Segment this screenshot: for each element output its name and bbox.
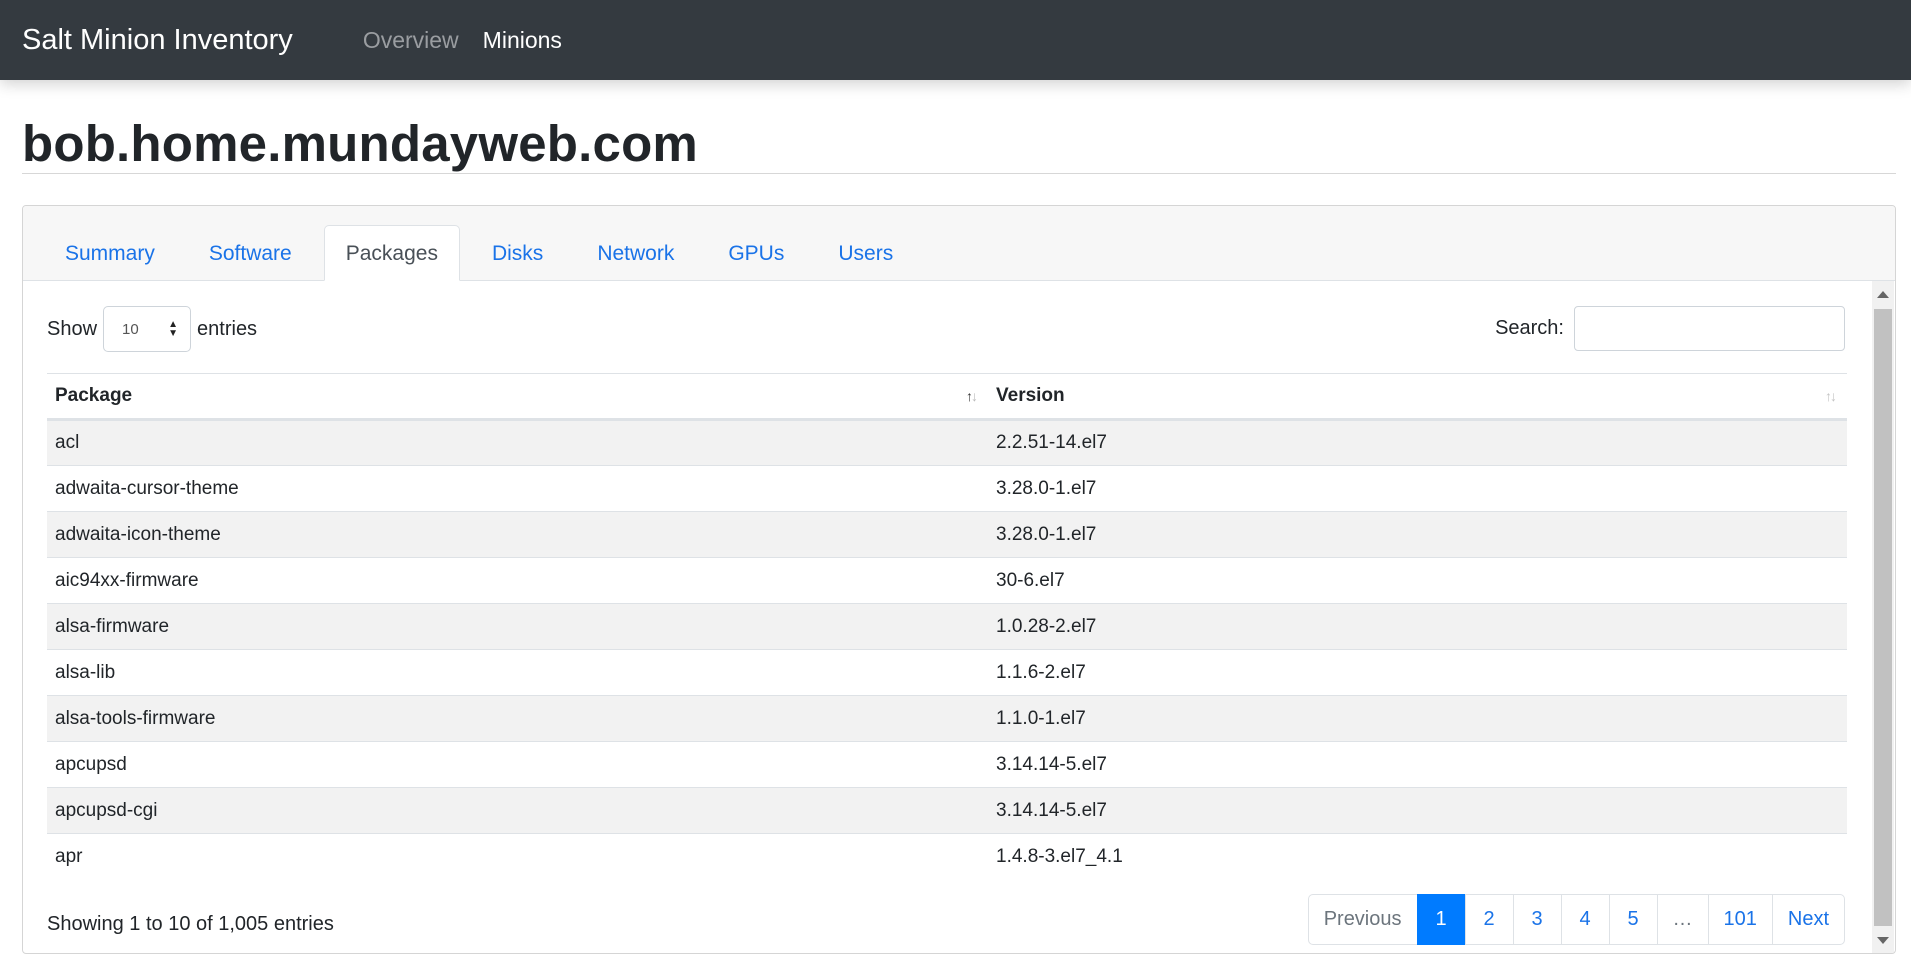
previous-button[interactable]: Previous — [1307, 894, 1418, 945]
vertical-scrollbar[interactable] — [1872, 281, 1894, 953]
search-input[interactable] — [1574, 306, 1845, 351]
sort-both-icon: ↑↓ — [1825, 388, 1837, 404]
package-cell: adwaita-icon-theme — [47, 511, 988, 558]
tab-users[interactable]: Users — [816, 225, 915, 280]
search-control: Search: — [1495, 306, 1845, 351]
table-row: alsa-firmware 1.0.28-2.el7 — [47, 603, 1847, 650]
table-row: apcupsd-cgi 3.14.14-5.el7 — [47, 787, 1847, 834]
package-cell: alsa-lib — [47, 649, 988, 696]
column-header-package[interactable]: Package ↑↓ — [47, 373, 988, 421]
version-cell: 2.2.51-14.el7 — [988, 419, 1847, 466]
column-header-label: Version — [996, 385, 1065, 406]
column-header-label: Package — [55, 385, 133, 406]
tab-summary[interactable]: Summary — [43, 225, 177, 280]
next-button[interactable]: Next — [1771, 894, 1845, 945]
tab-bar: Summary Software Packages Disks Network … — [43, 225, 925, 281]
scroll-thumb[interactable] — [1874, 309, 1892, 926]
page-size-select[interactable]: 10 ▲ ▼ — [103, 306, 192, 352]
table-header-row: Package ↑↓ Version ↑↓ — [47, 373, 1847, 421]
column-header-version[interactable]: Version ↑↓ — [988, 373, 1847, 421]
table-row: adwaita-icon-theme 3.28.0-1.el7 — [47, 511, 1847, 558]
scroll-down-icon[interactable] — [1877, 937, 1889, 944]
version-cell: 3.28.0-1.el7 — [988, 465, 1847, 512]
card-header: Summary Software Packages Disks Network … — [23, 206, 1895, 281]
top-navbar: Salt Minion Inventory Overview Minions — [0, 0, 1911, 80]
package-cell: aic94xx-firmware — [47, 557, 988, 604]
package-cell: apr — [55, 845, 83, 867]
page-title: bob.home.mundayweb.com — [22, 115, 698, 172]
pagination: Previous 1 2 3 4 5 … 101 Next — [1307, 894, 1845, 945]
page-button-3[interactable]: 3 — [1512, 894, 1562, 945]
version-cell: 30-6.el7 — [988, 557, 1847, 604]
entries-label: entries — [197, 317, 258, 340]
page-size-value: 10 — [122, 320, 139, 338]
package-cell: apcupsd-cgi — [47, 787, 988, 834]
version-cell: 1.1.6-2.el7 — [988, 649, 1847, 696]
table-row: alsa-tools-firmware 1.1.0-1.el7 — [47, 695, 1847, 742]
tab-network[interactable]: Network — [575, 225, 696, 280]
version-cell: 1.0.28-2.el7 — [988, 603, 1847, 650]
minion-card: Summary Software Packages Disks Network … — [22, 205, 1896, 954]
package-cell: alsa-tools-firmware — [47, 695, 988, 742]
table-info: Showing 1 to 10 of 1,005 entries — [47, 913, 334, 935]
nav-minions[interactable]: Minions — [483, 27, 562, 54]
package-cell: adwaita-cursor-theme — [47, 465, 988, 512]
packages-table: Package ↑↓ Version ↑↓ acl 2.2.51-14.el7 … — [47, 373, 1847, 880]
page-button-5[interactable]: 5 — [1608, 894, 1658, 945]
package-cell: apcupsd — [47, 741, 988, 788]
version-cell: 1.4.8-3.el7_4.1 — [996, 845, 1123, 867]
version-cell: 3.28.0-1.el7 — [988, 511, 1847, 558]
version-cell: 3.14.14-5.el7 — [988, 787, 1847, 834]
brand-title[interactable]: Salt Minion Inventory — [22, 24, 293, 57]
page-button-1[interactable]: 1 — [1416, 894, 1466, 945]
table-row: acl 2.2.51-14.el7 — [47, 419, 1847, 466]
title-divider — [22, 173, 1896, 174]
tab-disks[interactable]: Disks — [470, 225, 565, 280]
page-size-control: Show 10 ▲ ▼ entries — [47, 306, 257, 352]
version-cell: 1.1.0-1.el7 — [988, 695, 1847, 742]
package-cell: acl — [47, 419, 988, 466]
tab-software[interactable]: Software — [187, 225, 314, 280]
table-row: aic94xx-firmware 30-6.el7 — [47, 557, 1847, 604]
nav-overview[interactable]: Overview — [363, 27, 459, 54]
page-button-4[interactable]: 4 — [1560, 894, 1610, 945]
page-ellipsis: … — [1656, 894, 1709, 945]
sort-both-icon: ↑↓ — [966, 388, 978, 404]
scroll-up-icon[interactable] — [1877, 291, 1889, 298]
search-label: Search: — [1495, 317, 1564, 339]
version-cell: 3.14.14-5.el7 — [988, 741, 1847, 788]
page-button-2[interactable]: 2 — [1464, 894, 1514, 945]
select-arrows-icon: ▲ ▼ — [168, 319, 179, 339]
show-label: Show — [47, 317, 98, 340]
package-cell: alsa-firmware — [47, 603, 988, 650]
table-row: alsa-lib 1.1.6-2.el7 — [47, 649, 1847, 696]
tab-packages[interactable]: Packages — [323, 225, 460, 281]
table-row: adwaita-cursor-theme 3.28.0-1.el7 — [47, 465, 1847, 512]
table-row: apr 1.4.8-3.el7_4.1 — [47, 834, 1847, 880]
table-row: apcupsd 3.14.14-5.el7 — [47, 741, 1847, 788]
tab-gpus[interactable]: GPUs — [706, 225, 806, 280]
page-button-101[interactable]: 101 — [1707, 894, 1773, 945]
